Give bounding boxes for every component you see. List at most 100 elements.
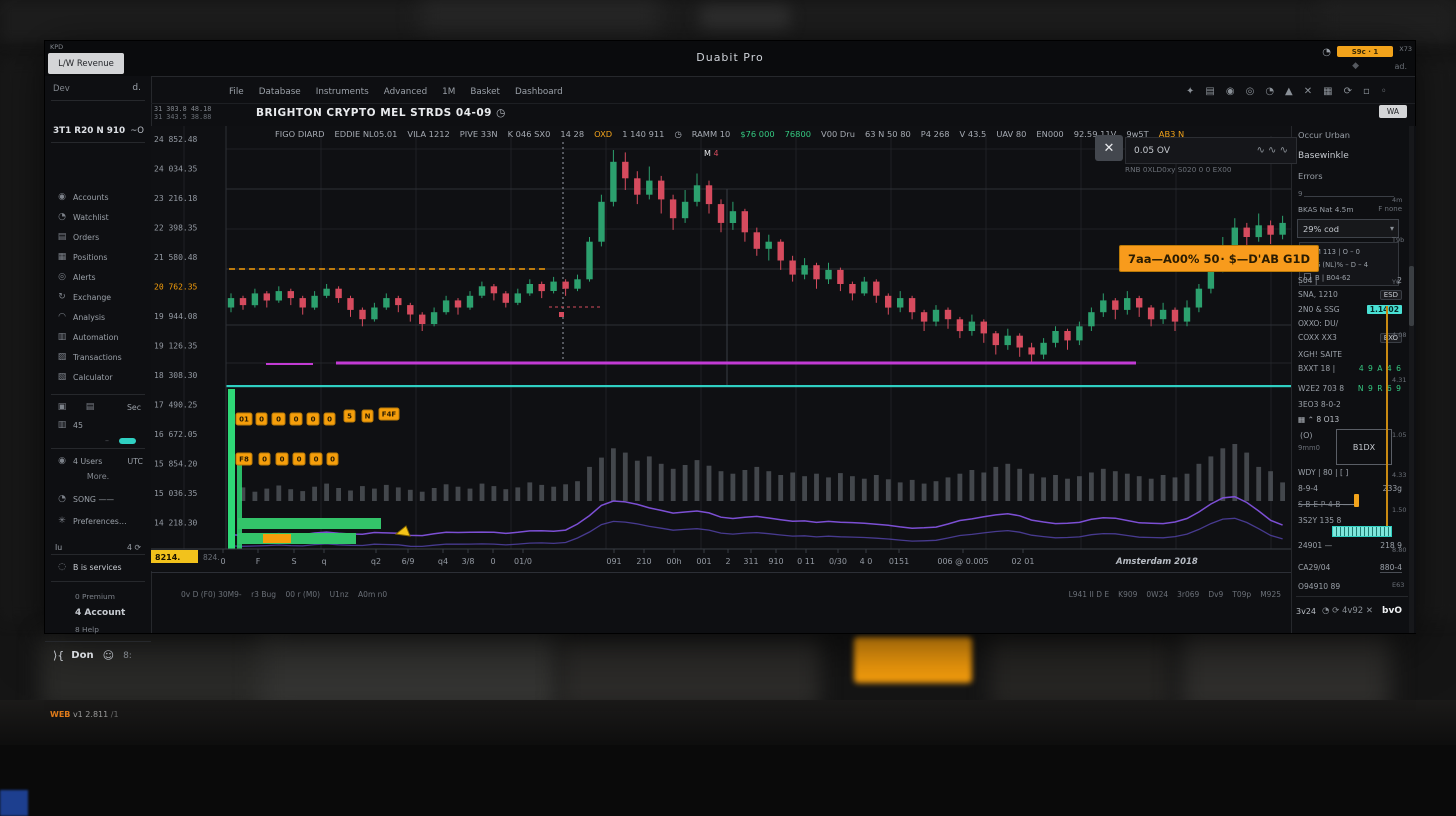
price-alert-callout[interactable]: 7aa—A00% 50 · $—D'AB G1D [1119,245,1319,272]
status-item[interactable]: M925 [1260,590,1281,599]
panel-footer-left[interactable]: 3v24 [1296,607,1316,616]
utc-label: UTC [128,457,143,466]
sidebar-symbol-header[interactable]: 3T1 R20 N 910 [53,126,125,136]
more-label[interactable]: More. [45,472,151,481]
sidebar-search-value[interactable]: d. [132,83,141,93]
sub-marker-4: 4 [713,149,718,158]
info-item: FIGO DIARD [275,129,324,139]
sidebar-item-watchlist[interactable]: ◔Watchlist [45,208,151,226]
panel-footer-right[interactable]: bvO [1382,606,1402,616]
toolbar-icon[interactable]: ▤ [1205,86,1214,97]
panel-section-1[interactable]: Occur Urban [1298,130,1350,140]
nav-tab[interactable]: Instruments [316,87,369,97]
toolbar-icon[interactable]: ▦ [1323,86,1332,97]
panel-row-w2e2[interactable]: W2E2 703 8N 9 R 6 9 [1298,384,1410,393]
toolbar-icon[interactable]: ▲ [1285,86,1293,97]
curve-style-icons[interactable]: ∿ ∿ ∿ [1257,145,1289,156]
signin-button[interactable]: S9c · 1 [1337,46,1393,57]
green-value-1: 4 9 A 4 6 [1359,364,1402,373]
nav-tab[interactable]: Basket [470,87,500,97]
sidebar-item-users[interactable]: ◉ 4 Users UTC [45,452,151,470]
panel-section-3[interactable]: Errors [1298,171,1323,181]
panel-row-xgh[interactable]: XGH! SAITE [1298,350,1410,359]
help-link[interactable]: 8 Help [75,625,99,634]
toolbar-icon[interactable]: ◦ [1381,86,1387,97]
sidebar-item-preferences[interactable]: ✳ Preferences… [45,512,151,530]
panel-footer-icons[interactable]: ◔ ⟳ 4v92 ✕ [1322,606,1373,616]
nav-tab[interactable]: Dashboard [515,87,563,97]
toolbar-icon[interactable]: ◉ [1226,86,1235,97]
sidebar-item-automation[interactable]: ▥Automation [45,328,151,346]
smiley-icon[interactable]: ☺ [103,649,114,662]
symbol-clock-icon[interactable]: ◷ [496,107,506,119]
sidebar-item-sec[interactable]: ▣ ▤ Sec [45,398,151,416]
sidebar-item-label: Exchange [73,293,111,302]
panel-row-sna[interactable]: SNA, 1210ESD [1298,290,1410,299]
sidebar-item-accounts[interactable]: ◉Accounts [45,188,151,206]
panel-row-3eo3[interactable]: 3EO3 8-0-2 [1298,400,1410,409]
nav-tab[interactable]: 1M [442,87,455,97]
bdx-box[interactable]: B1DX [1336,429,1392,465]
sidebar-item-label: Accounts [73,193,109,202]
sidebar-item-exchange[interactable]: ↻Exchange [45,288,151,306]
account-link[interactable]: 4 Account [75,608,125,618]
svg-text:23 216.18: 23 216.18 [154,194,198,203]
status-item[interactable]: L941 II D E [1069,590,1110,599]
status-item[interactable]: 0W24 [1146,590,1168,599]
nav-tab[interactable]: Database [259,87,301,97]
corner-mini-button[interactable]: WA [1379,105,1407,118]
premium-link[interactable]: 0 Premium [75,592,115,601]
interval-dropdown[interactable]: 0.05 OV ∿ ∿ ∿ [1125,137,1297,164]
gear-icon: ✳ [51,516,73,526]
panel-row-3s2y[interactable]: 3S2Y 135 8 [1298,516,1410,525]
sidebar-item-positions[interactable]: ▦Positions [45,248,151,266]
toolbar-icon[interactable]: ✕ [1304,86,1312,97]
status-item[interactable]: T09p [1232,590,1251,599]
crosshair-tool-button[interactable]: ✕ [1095,135,1123,161]
info-item: ◷ [674,129,681,139]
info-item: PIVE 33N [460,129,498,139]
sidebar-item-45[interactable]: ▥ 45 [45,416,151,434]
esd-badge[interactable]: ESD [1380,290,1402,300]
status-item[interactable]: K909 [1118,590,1137,599]
sidebar-item-alerts[interactable]: ◎Alerts [45,268,151,286]
toolbar-icon[interactable]: ✦ [1186,86,1194,97]
help-circle-icon[interactable]: ◔ [1322,47,1331,58]
panel-section-2[interactable]: Basewinkle [1298,151,1349,161]
panel-row-ssg[interactable]: 2N0 & SSG1.1402 [1298,305,1410,314]
nav-tab[interactable]: Advanced [384,87,427,97]
chevron-down-icon[interactable]: ▾ [1390,224,1394,233]
panel-row-ca29[interactable]: CA29/04880-4 [1298,563,1410,572]
teal-toggle[interactable] [119,438,136,444]
panel-row-894[interactable]: 8-9-4233g [1298,484,1410,493]
status-item[interactable]: Dv9 [1208,590,1223,599]
svg-text:Amsterdam 2018: Amsterdam 2018 [1115,557,1198,567]
field-right: F none [1378,205,1402,213]
toolbar-icon[interactable]: ◔ [1265,86,1274,97]
amount-input[interactable]: 29% cod ▾ [1297,219,1399,238]
sidebar-item-orders[interactable]: ▤Orders [45,228,151,246]
sidebar-item-calculator[interactable]: ▧Calculator [45,368,151,386]
song-label: SONG —— [73,495,114,504]
titlebar-corner-label: X73 [1399,45,1412,53]
sidebar-item-services[interactable]: ◌ B is services [45,558,151,576]
collapse-icon[interactable]: ⟩{ [53,649,64,662]
panel-row-oxxo[interactable]: OXXO: DU/ [1298,319,1410,328]
toolbar-icon[interactable]: ◎ [1246,86,1255,97]
sidebar-item-transactions[interactable]: ▨Transactions [45,348,151,366]
panel-scrollbar[interactable] [1409,126,1414,633]
panel-icons-row[interactable]: ▦ ⌃ 8 O13 [1298,415,1410,424]
sidebar-symbol-toggle[interactable]: ~O [130,126,144,136]
nav-tab[interactable]: File [229,87,244,97]
scrollbar-thumb[interactable] [1409,266,1414,326]
sidebar-search-label[interactable]: Dev [53,84,70,94]
cyan-value-badge[interactable]: 1.1402 [1367,305,1402,314]
sidebar-item-analysis[interactable]: ◠Analysis [45,308,151,326]
panel-row-bxxt[interactable]: BXXT 18 |4 9 A 4 6 [1298,364,1410,373]
price-chart[interactable]: 01000005NF4FF80000024 852.4824 034.3523 … [151,126,1291,571]
toolbar-icon[interactable]: ▫ [1363,86,1370,97]
toolbar-icon[interactable]: ⟳ [1344,86,1352,97]
sidebar-item-song[interactable]: ◔ SONG —— [45,490,151,508]
status-item[interactable]: 3r069 [1177,590,1199,599]
sidebar-45-label: 45 [73,421,83,430]
